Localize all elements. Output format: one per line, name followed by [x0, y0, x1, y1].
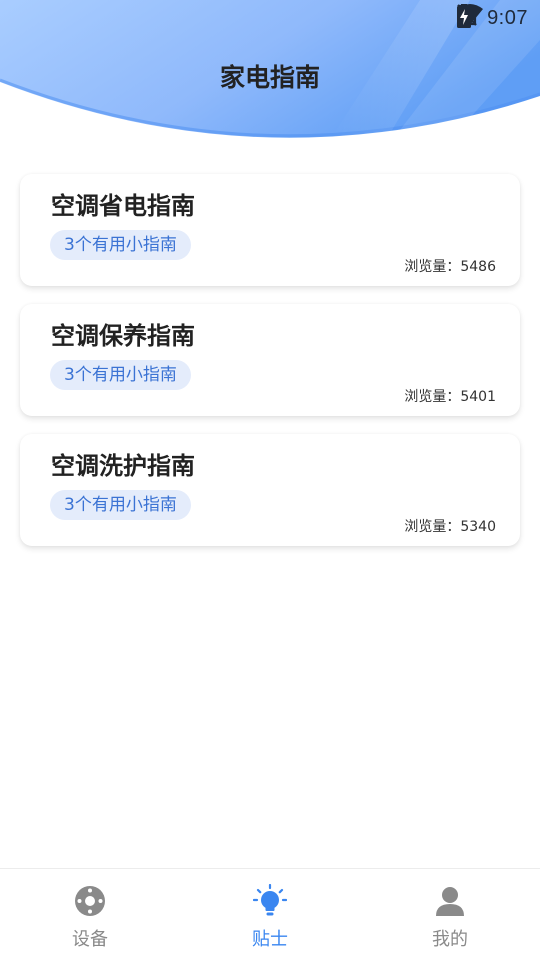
header: 9:07 家电指南 [0, 0, 540, 150]
guide-card[interactable]: 空调洗护指南 3个有用小指南 浏览量：5340 [20, 434, 520, 546]
bottom-tab-bar: 设备 贴士 我的 [0, 868, 540, 960]
lightbulb-icon [252, 883, 288, 919]
guide-card[interactable]: 空调省电指南 3个有用小指南 浏览量：5486 [20, 174, 520, 286]
guide-card[interactable]: 空调保养指南 3个有用小指南 浏览量：5401 [20, 304, 520, 416]
guide-views: 浏览量：5486 [404, 259, 496, 275]
guide-list: 空调省电指南 3个有用小指南 浏览量：5486 空调保养指南 3个有用小指南 浏… [20, 174, 520, 564]
guide-tag: 3个有用小指南 [50, 230, 191, 260]
device-icon [72, 883, 108, 919]
status-time: 9:07 [487, 6, 528, 29]
guide-title: 空调保养指南 [51, 322, 195, 350]
tab-label: 设备 [72, 929, 108, 950]
guide-title: 空调洗护指南 [51, 452, 195, 480]
tab-label: 贴士 [252, 929, 288, 950]
guide-tag: 3个有用小指南 [50, 360, 191, 390]
guide-views: 浏览量：5401 [404, 389, 496, 405]
tab-mine[interactable]: 我的 [360, 869, 540, 960]
page-title: 家电指南 [219, 63, 320, 92]
tab-device[interactable]: 设备 [0, 869, 180, 960]
user-icon [432, 883, 468, 919]
status-bar: 9:07 [457, 4, 528, 32]
guide-views: 浏览量：5340 [404, 519, 496, 535]
tab-label: 我的 [432, 929, 468, 950]
tab-tips[interactable]: 贴士 [180, 869, 360, 960]
guide-tag: 3个有用小指南 [50, 490, 191, 520]
guide-title: 空调省电指南 [51, 192, 195, 220]
